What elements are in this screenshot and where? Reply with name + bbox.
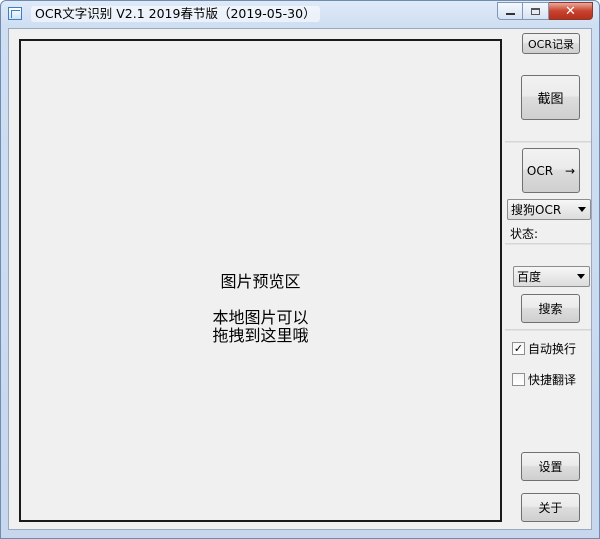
preview-drop-hint: 本地图片可以 拖拽到这里哦: [212, 308, 309, 345]
ocr-button[interactable]: OCR →: [522, 148, 580, 193]
checkmark-icon: ✓: [513, 342, 524, 355]
minimize-icon: [505, 13, 515, 15]
screenshot-button[interactable]: 截图: [521, 75, 580, 120]
search-button[interactable]: 搜索: [521, 294, 580, 323]
fast-translate-label: 快捷翻译: [528, 373, 577, 387]
image-preview-area[interactable]: 图片预览区 本地图片可以 拖拽到这里哦: [19, 39, 502, 522]
ocr-button-label: OCR: [526, 163, 554, 178]
auto-wrap-label: 自动换行: [528, 342, 577, 356]
settings-button[interactable]: 设置: [521, 452, 580, 481]
maximize-button[interactable]: [523, 2, 549, 20]
auto-wrap-option[interactable]: ✓ 自动换行: [512, 340, 576, 357]
title-bar[interactable]: OCR文字识别 V2.1 2019春节版（2019-05-30） ✕: [1, 1, 599, 27]
app-icon: [8, 7, 22, 20]
status-label: 状态:: [510, 227, 539, 241]
fast-translate-checkbox[interactable]: [512, 373, 525, 386]
ocr-log-button[interactable]: OCR记录: [522, 33, 580, 54]
window-controls: ✕: [497, 2, 593, 20]
divider: [505, 243, 591, 245]
minimize-button[interactable]: [497, 2, 523, 20]
client-area: 图片预览区 本地图片可以 拖拽到这里哦 OCR记录 截图 OCR → 搜狗OCR…: [8, 28, 592, 530]
preview-title: 图片预览区: [220, 272, 301, 291]
ocr-engine-select[interactable]: 搜狗OCR: [507, 199, 591, 220]
fast-translate-option[interactable]: 快捷翻译: [512, 371, 576, 388]
chevron-down-icon: [577, 274, 585, 279]
auto-wrap-checkbox[interactable]: ✓: [512, 342, 525, 355]
search-engine-value: 百度: [517, 270, 542, 284]
maximize-icon: [531, 7, 540, 15]
ocr-engine-value: 搜狗OCR: [511, 203, 562, 217]
search-engine-select[interactable]: 百度: [513, 266, 590, 287]
divider: [505, 141, 591, 143]
divider: [505, 329, 591, 331]
chevron-down-icon: [578, 207, 586, 212]
close-icon: ✕: [565, 3, 576, 19]
app-window: OCR文字识别 V2.1 2019春节版（2019-05-30） ✕ 图片预览区…: [0, 0, 600, 539]
close-button[interactable]: ✕: [549, 2, 593, 20]
arrow-right-icon: →: [565, 163, 576, 178]
about-button[interactable]: 关于: [521, 493, 580, 522]
window-title: OCR文字识别 V2.1 2019春节版（2019-05-30）: [31, 6, 320, 22]
